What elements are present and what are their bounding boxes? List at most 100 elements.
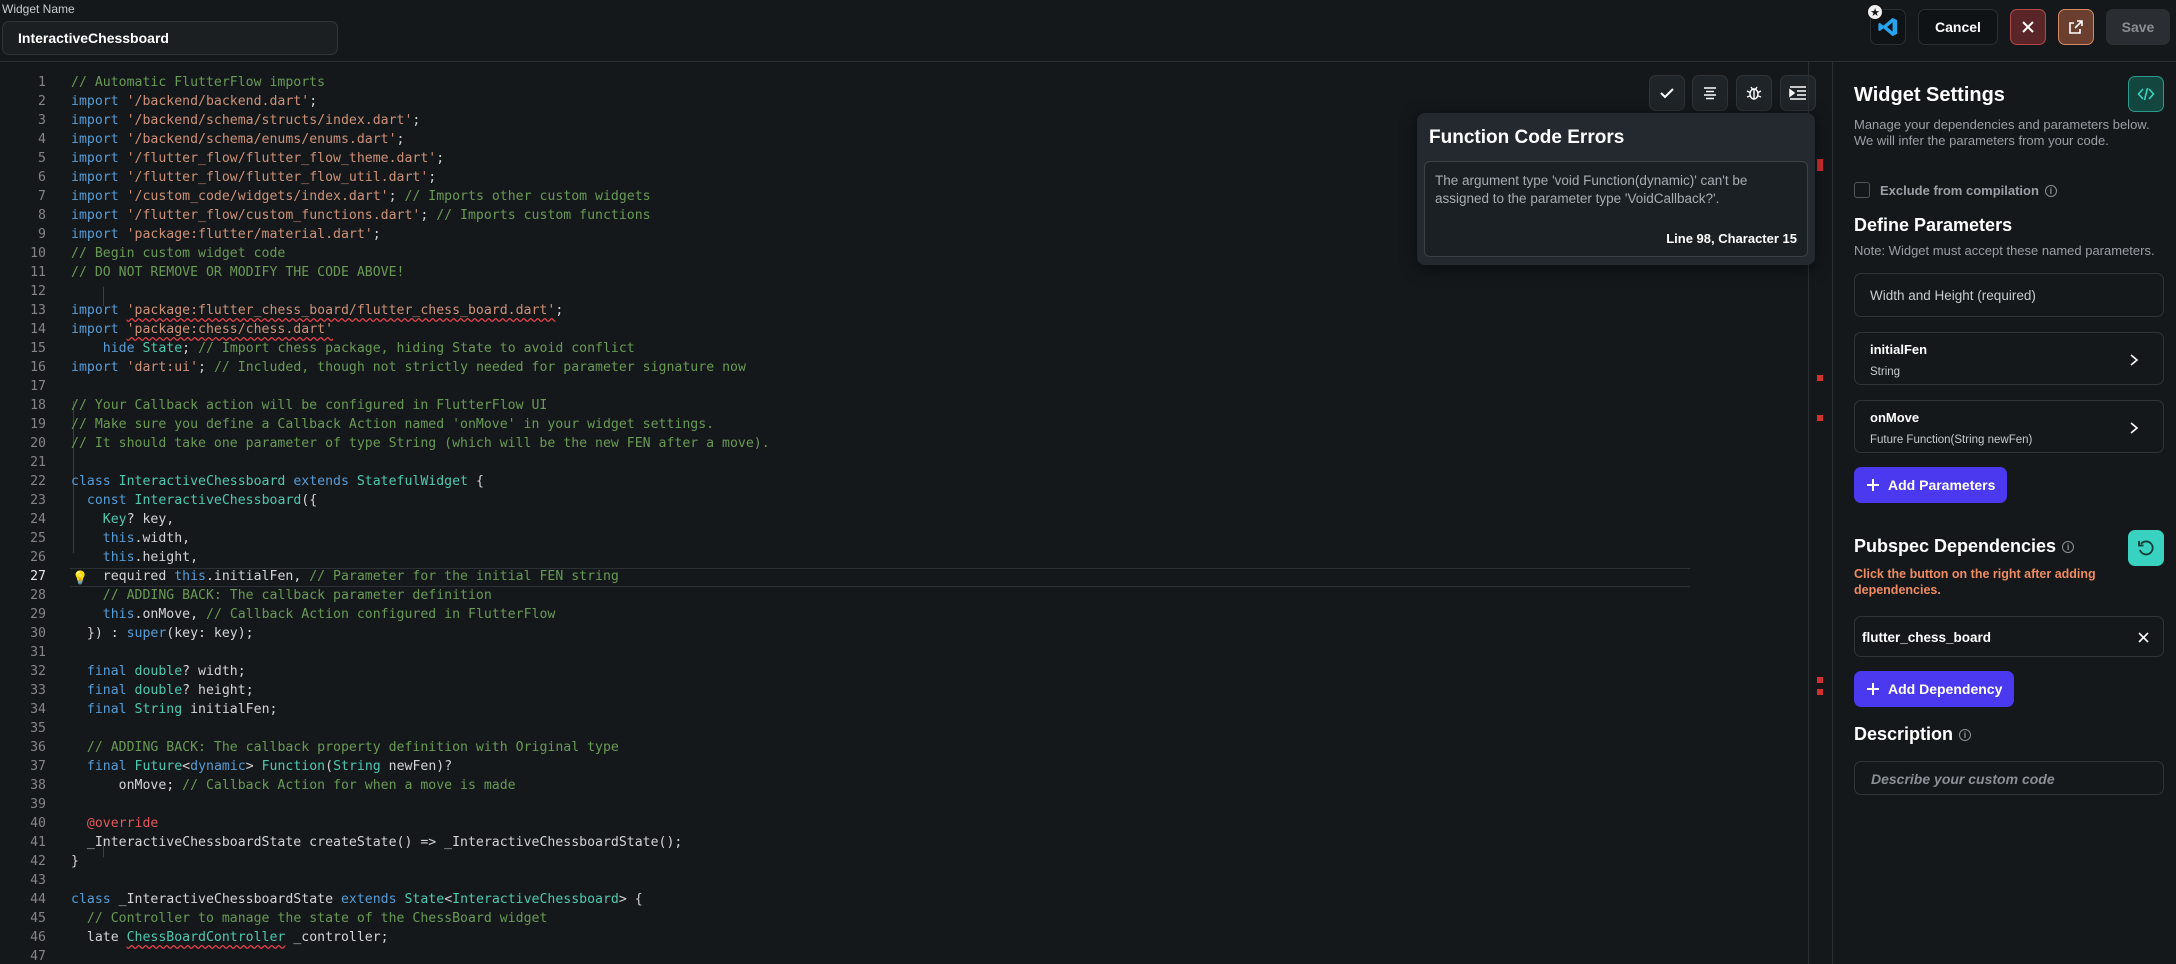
code-icon — [2137, 87, 2155, 101]
code-text: final double? width; — [86, 664, 246, 679]
cancel-button[interactable]: Cancel — [1918, 9, 1998, 45]
description-input[interactable]: Describe your custom code — [1854, 761, 2164, 795]
open-external-button[interactable] — [2058, 9, 2094, 45]
code-text: import '/backend/schema/structs/index.da… — [71, 113, 421, 128]
line-number: 3 — [38, 113, 46, 128]
parameter-type: String — [1870, 366, 1901, 378]
panel-subtitle: Manage your dependencies and parameters … — [1854, 117, 2164, 149]
info-icon: i — [2062, 541, 2075, 554]
exclude-checkbox[interactable] — [1854, 182, 1870, 198]
add-dependency-button[interactable]: Add Dependency — [1854, 671, 2015, 707]
dependency-item[interactable]: flutter_chess_board — [1854, 616, 2164, 657]
code-text: this.onMove, // Callback Action configur… — [102, 607, 556, 622]
format-icon — [1704, 87, 1716, 100]
open-in-vscode-button[interactable]: ★ — [1867, 4, 1906, 45]
lightbulb-icon[interactable]: 💡 — [72, 570, 88, 586]
description-placeholder: Describe your custom code — [1871, 771, 2055, 787]
widget-name-input[interactable]: InteractiveChessboard — [2, 21, 338, 55]
code-text: @override — [86, 816, 159, 831]
line-number: 41 — [30, 835, 46, 850]
line-number: 34 — [30, 702, 46, 717]
line-number: 1 — [38, 75, 46, 90]
exclude-from-compilation-row[interactable]: Exclude from compilation i — [1854, 182, 2057, 198]
save-button[interactable]: Save — [2106, 9, 2170, 45]
refresh-dependencies-button[interactable] — [2128, 530, 2164, 566]
code-text: _InteractiveChessboardState createState(… — [71, 835, 683, 850]
panel-subtitle-line: Manage your dependencies and parameters … — [1854, 117, 2150, 132]
line-number: 20 — [30, 436, 46, 451]
line-number: 38 — [30, 778, 46, 793]
debug-button[interactable] — [1736, 75, 1772, 111]
line-number: 10 — [30, 246, 46, 261]
code-text: final double? height; — [86, 683, 254, 698]
code-text: // Automatic FlutterFlow imports — [71, 75, 326, 90]
error-marker[interactable] — [1817, 159, 1823, 171]
line-number: 46 — [30, 930, 46, 945]
line-number: 25 — [30, 531, 46, 546]
error-item[interactable]: The argument type 'void Function(dynamic… — [1424, 161, 1808, 257]
line-number: 8 — [38, 208, 46, 223]
line-number: 16 — [30, 360, 46, 375]
parameter-item[interactable]: initialFen String — [1854, 332, 2164, 385]
close-icon[interactable] — [2138, 632, 2149, 643]
plus-icon — [1867, 683, 1879, 695]
line-number: 6 — [38, 170, 46, 185]
line-number: 18 — [30, 398, 46, 413]
error-marker[interactable] — [1817, 677, 1823, 683]
error-message: The argument type 'void Function(dynamic… — [1435, 173, 1748, 206]
line-number: 2 — [38, 94, 46, 109]
parameter-name: initialFen — [1870, 342, 1928, 357]
define-parameters-title: Define Parameters — [1854, 215, 2013, 235]
line-number: 17 — [30, 379, 46, 394]
panel-title: Widget Settings — [1854, 84, 2005, 106]
code-text: // Controller to manage the state of the… — [86, 911, 548, 926]
line-number: 35 — [30, 721, 46, 736]
code-text: // Begin custom widget code — [71, 246, 286, 261]
code-text: class InteractiveChessboard extends Stat… — [71, 474, 484, 489]
line-number: 14 — [30, 322, 46, 337]
code-text: import '/custom_code/widgets/index.dart'… — [71, 189, 651, 204]
code-text: } — [71, 854, 79, 869]
info-icon: i — [2044, 185, 2057, 198]
width-height-label: Width and Height (required) — [1870, 288, 2036, 303]
top-bar: Widget Name InteractiveChessboard ★ Canc… — [0, 0, 2176, 62]
code-text: this.height, — [102, 550, 199, 565]
error-popup-title: Function Code Errors — [1429, 127, 1625, 148]
line-number: 37 — [30, 759, 46, 774]
parameter-name: onMove — [1870, 410, 1920, 425]
code-view-toggle[interactable] — [2128, 76, 2164, 112]
error-marker[interactable] — [1817, 689, 1823, 695]
discard-button[interactable] — [2010, 9, 2046, 45]
parameter-type: Future Function(String newFen) — [1870, 434, 2033, 446]
code-text: final Future<dynamic> Function(String ne… — [86, 759, 453, 774]
star-badge-icon: ★ — [1867, 4, 1883, 20]
parameter-item[interactable]: onMove Future Function(String newFen) — [1854, 400, 2164, 453]
line-number: 11 — [30, 265, 46, 280]
add-parameters-button[interactable]: Add Parameters — [1854, 467, 2008, 503]
code-text: // DO NOT REMOVE OR MODIFY THE CODE ABOV… — [71, 265, 405, 280]
error-marker[interactable] — [1817, 375, 1823, 381]
code-text: import '/flutter_flow/flutter_flow_theme… — [71, 151, 445, 166]
line-number: 39 — [30, 797, 46, 812]
line-number: 40 — [30, 816, 46, 831]
info-icon: i — [1959, 729, 1972, 742]
close-icon — [2022, 21, 2034, 33]
add-dependency-label: Add Dependency — [1888, 681, 2003, 697]
line-number: 12 — [30, 284, 46, 299]
exclude-label: Exclude from compilation i — [1880, 183, 2057, 198]
add-parameters-label: Add Parameters — [1888, 477, 1996, 493]
code-text: required this.initialFen, // Parameter f… — [71, 569, 619, 584]
line-number: 33 — [30, 683, 46, 698]
validate-button[interactable] — [1649, 75, 1685, 111]
error-marker[interactable] — [1817, 415, 1823, 421]
line-number: 15 — [30, 341, 46, 356]
code-editor[interactable]: 1 // Automatic FlutterFlow imports 2 import… — [0, 62, 1832, 964]
format-code-button[interactable] — [1692, 75, 1728, 111]
line-number: 13 — [30, 303, 46, 318]
code-text: import '/backend/schema/enums/enums.dart… — [71, 132, 405, 147]
pubspec-title: Pubspec Dependencies i — [1854, 536, 2075, 557]
line-number: 26 — [30, 550, 46, 565]
pubspec-note: Click the button on the right after addi… — [1854, 567, 2096, 597]
width-height-field[interactable]: Width and Height (required) — [1854, 273, 2164, 317]
indent-button[interactable] — [1780, 75, 1816, 111]
